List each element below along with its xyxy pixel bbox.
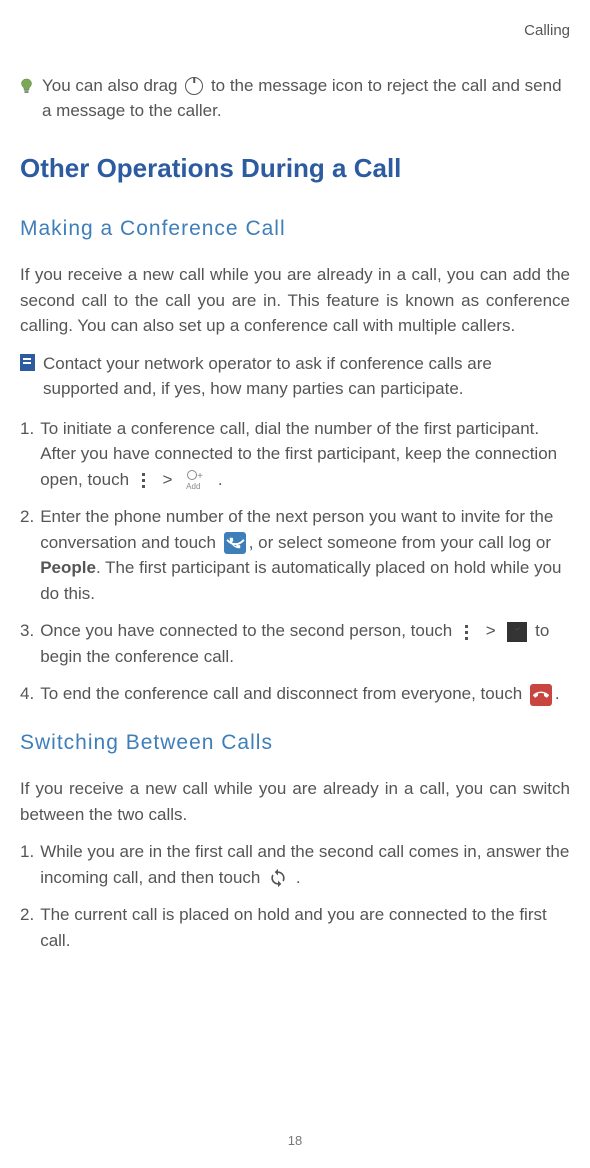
note-conference: Contact your network operator to ask if … (20, 351, 570, 402)
note-text: Contact your network operator to ask if … (43, 351, 570, 402)
step-1-text: To initiate a conference call, dial the … (40, 416, 570, 493)
switch-step-2-text: The current call is placed on hold and y… (40, 902, 570, 953)
power-circle-icon (185, 77, 203, 95)
menu-dots-icon (460, 623, 474, 641)
switch-step-1-number: 1. (20, 839, 34, 890)
swap-calls-icon (268, 868, 288, 888)
step-2: 2. Enter the phone number of the next pe… (20, 504, 570, 606)
step-1-number: 1. (20, 416, 34, 493)
add-person-icon: + (184, 470, 210, 490)
step-4-number: 4. (20, 681, 34, 707)
step-4-text: To end the conference call and disconnec… (40, 681, 570, 707)
switch-step-2: 2. The current call is placed on hold an… (20, 902, 570, 953)
switching-intro: If you receive a new call while you are … (20, 776, 570, 827)
heading-switching-calls: Switching Between Calls (20, 727, 570, 759)
heading-conference-call: Making a Conference Call (20, 213, 570, 245)
lightbulb-icon (20, 76, 34, 92)
step-4: 4. To end the conference call and discon… (20, 681, 570, 707)
conference-intro: If you receive a new call while you are … (20, 262, 570, 339)
switch-step-2-number: 2. (20, 902, 34, 953)
end-call-icon (530, 684, 552, 706)
step-1: 1. To initiate a conference call, dial t… (20, 416, 570, 493)
dial-phone-icon (224, 532, 246, 554)
header-section-label: Calling (20, 20, 570, 43)
switch-step-1-text: While you are in the first call and the … (40, 839, 570, 890)
step-2-number: 2. (20, 504, 34, 606)
step-2-text: Enter the phone number of the next perso… (40, 504, 570, 606)
tip-text-part-a: You can also drag (42, 76, 182, 95)
tip-text: You can also drag to the message icon to… (42, 73, 570, 124)
tip-drag-reject: You can also drag to the message icon to… (20, 73, 570, 124)
menu-dots-icon (137, 471, 151, 489)
page-number: 18 (288, 1131, 302, 1151)
switch-step-1: 1. While you are in the first call and t… (20, 839, 570, 890)
step-3-number: 3. (20, 618, 34, 669)
merge-calls-icon (507, 622, 527, 642)
note-page-icon (20, 354, 35, 371)
step-3-text: Once you have connected to the second pe… (40, 618, 570, 669)
step-3: 3. Once you have connected to the second… (20, 618, 570, 669)
heading-other-operations: Other Operations During a Call (20, 149, 570, 188)
people-label: People (40, 558, 96, 577)
